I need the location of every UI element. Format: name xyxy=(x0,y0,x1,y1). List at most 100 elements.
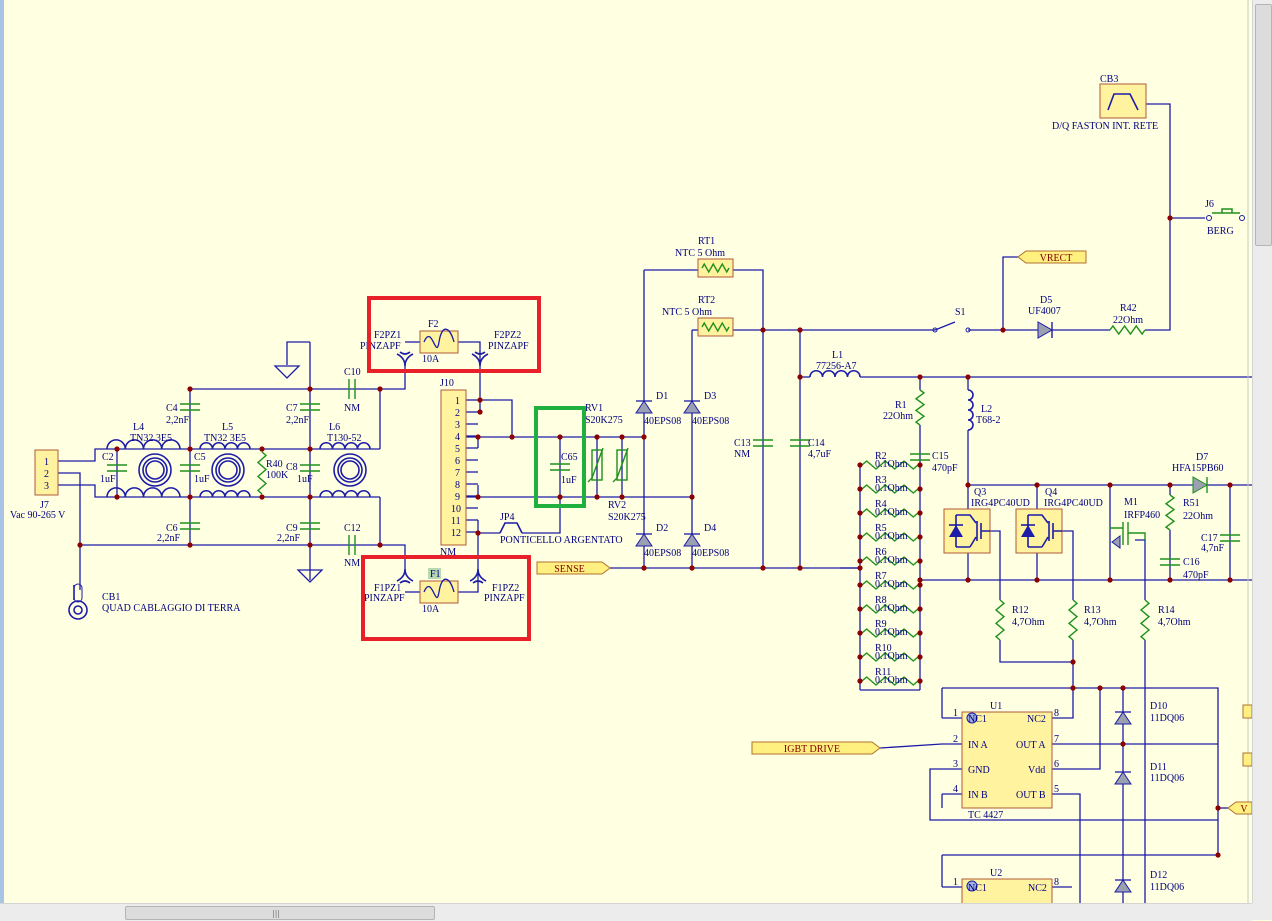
r51-value: 22Ohm xyxy=(1183,511,1213,522)
r1-value: 22Ohm xyxy=(883,411,913,422)
rt1-value: NTC 5 Ohm xyxy=(675,248,725,259)
c65-ref: C65 xyxy=(561,452,578,463)
j10-pin-number: 1 xyxy=(455,396,460,407)
u1-pin-name: IN B xyxy=(968,790,988,801)
junction-dot xyxy=(1000,327,1006,333)
junction-dot xyxy=(557,494,563,500)
diode-body xyxy=(1114,711,1132,725)
wires xyxy=(58,0,1252,903)
horizontal-scroll-thumb[interactable]: ||| xyxy=(125,906,435,920)
l2-ref: L2 xyxy=(981,404,992,415)
junction-dot xyxy=(1070,659,1076,665)
switch-j6 xyxy=(1212,208,1240,214)
junction-dot xyxy=(377,386,383,392)
resistor-r14 xyxy=(1139,599,1151,641)
wire xyxy=(478,399,513,437)
r1-ref: R1 xyxy=(895,400,907,411)
junction-dot xyxy=(1215,852,1221,858)
shunt-value: 0.1Ohm xyxy=(875,627,908,638)
j10-pin-number: 6 xyxy=(455,456,460,467)
diode-d5 xyxy=(1037,321,1054,339)
f1-value: 10A xyxy=(422,604,440,615)
junction-dot xyxy=(259,446,265,452)
f2pz2-value: PINZAPF xyxy=(488,341,529,352)
u1-value: TC 4427 xyxy=(968,810,1003,821)
d5-ref: D5 xyxy=(1040,295,1052,306)
wire xyxy=(1072,688,1101,770)
r40-value: 100K xyxy=(266,470,289,481)
junction-dot xyxy=(1107,482,1113,488)
wire xyxy=(879,743,943,749)
c16-ref: C16 xyxy=(1183,557,1200,568)
pin-f2pz1 xyxy=(396,351,414,367)
junction-dot xyxy=(965,374,971,380)
r14-value: 4,7Ohm xyxy=(1158,617,1191,628)
d5-value: UF4007 xyxy=(1028,306,1061,317)
q3-ref: Q3 xyxy=(974,487,986,498)
diode-body xyxy=(683,400,701,414)
junction-dot xyxy=(619,434,625,440)
q4-value: IRG4PC40UD xyxy=(1044,498,1103,509)
diode-body xyxy=(635,533,653,547)
junction-dot xyxy=(77,542,83,548)
junction-dot xyxy=(509,434,515,440)
junction-dot xyxy=(857,582,863,588)
j10-pin-number: 12 xyxy=(451,528,461,539)
cb1-ref: CB1 xyxy=(102,592,120,603)
wire xyxy=(1145,217,1205,331)
horizontal-scrollbar[interactable]: ||| xyxy=(0,903,1252,921)
shunt-value: 0.1Ohm xyxy=(875,675,908,686)
c6-value: 2,2nF xyxy=(157,533,181,544)
f2-ref: F2 xyxy=(428,319,439,330)
junction-dot xyxy=(1120,741,1126,747)
varistor-rv2-slash xyxy=(612,447,629,483)
d4-ref: D4 xyxy=(704,523,716,534)
u1-ref: U1 xyxy=(990,701,1002,712)
r42-ref: R42 xyxy=(1120,303,1137,314)
junction-dot xyxy=(917,534,923,540)
r13-ref: R13 xyxy=(1084,605,1101,616)
j10-pin-number: 10 xyxy=(451,504,461,515)
junction-dot xyxy=(477,397,483,403)
junction-dot xyxy=(917,374,923,380)
junction-dot xyxy=(187,386,193,392)
u1-pin-number: 6 xyxy=(1054,759,1059,770)
net-label-v: V xyxy=(1227,801,1252,815)
j10-pin-number: 2 xyxy=(455,408,460,419)
r14-ref: R14 xyxy=(1158,605,1175,616)
vertical-scrollbar[interactable] xyxy=(1252,0,1272,903)
junction-dot xyxy=(1227,577,1233,583)
j10-pin-number: 8 xyxy=(455,480,460,491)
l4-value: TN32 3E5 xyxy=(130,433,172,444)
resistor-r40 xyxy=(256,451,268,495)
net-label-sense: SENSE xyxy=(536,561,611,575)
wire xyxy=(1062,530,1074,600)
u2-pin-number: 8 xyxy=(1054,877,1059,888)
resistor-r12 xyxy=(994,599,1006,641)
junction-dot xyxy=(1227,482,1233,488)
net-label-igbt-drive-text: IGBT DRIVE xyxy=(784,744,840,755)
wire xyxy=(934,321,956,331)
m1-ref: M1 xyxy=(1124,497,1138,508)
vertical-scroll-thumb[interactable] xyxy=(1255,4,1272,246)
c10-value: NM xyxy=(344,403,360,414)
diode-d12 xyxy=(1114,879,1132,893)
q4-ref: Q4 xyxy=(1045,487,1057,498)
j10-pin-number: 5 xyxy=(455,444,460,455)
r51-ref: R51 xyxy=(1183,498,1200,509)
d1-ref: D1 xyxy=(656,391,668,402)
junction-dot xyxy=(857,510,863,516)
jumper-jp4 xyxy=(499,522,523,534)
junction-dot xyxy=(641,434,647,440)
d2-ref: D2 xyxy=(656,523,668,534)
u1-pin-number: 8 xyxy=(1054,708,1059,719)
c5-value: 1uF xyxy=(194,474,210,485)
c4-ref: C4 xyxy=(166,403,178,414)
u1-pin-name: OUT B xyxy=(1016,790,1046,801)
j10-pin-number: 7 xyxy=(455,468,460,479)
ground-symbol-top xyxy=(273,365,301,379)
junction-dot xyxy=(1167,577,1173,583)
r12-ref: R12 xyxy=(1012,605,1029,616)
j7-value: Vac 90-265 V xyxy=(10,510,66,521)
u1-pin-name: OUT A xyxy=(1016,740,1046,751)
